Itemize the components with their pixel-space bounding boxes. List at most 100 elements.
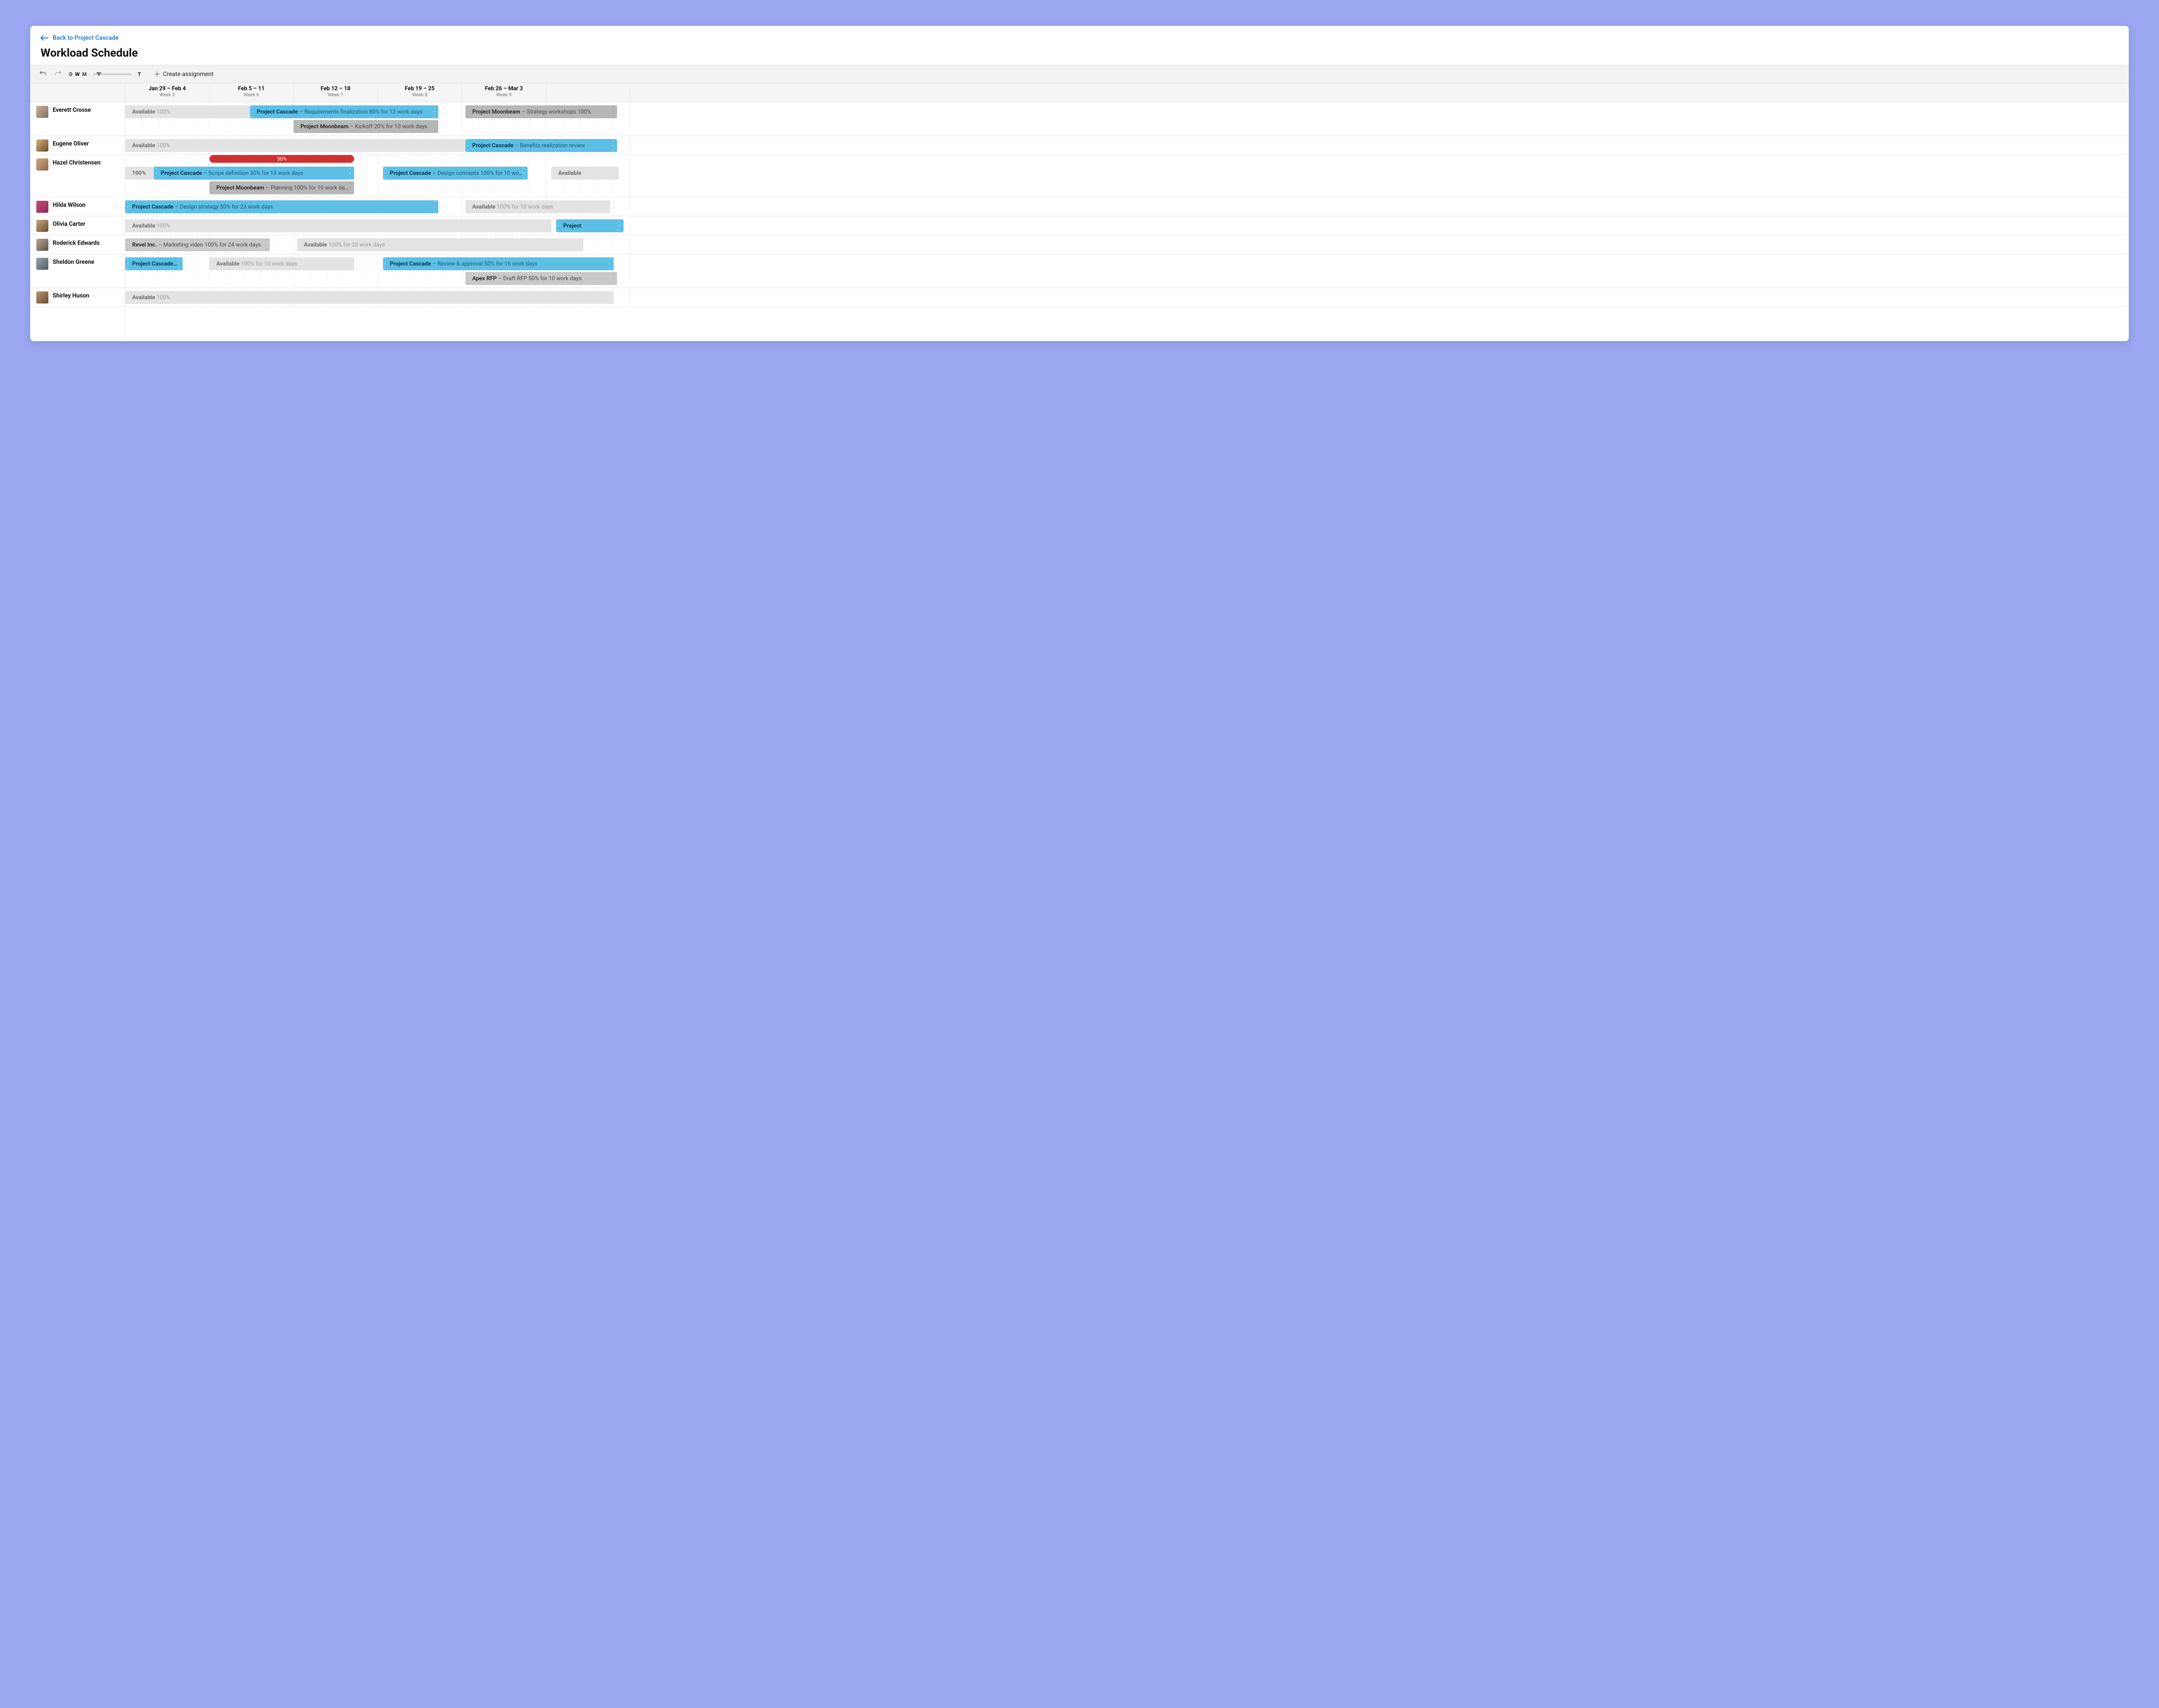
person-timeline-row: Available 100%Project Cascade – Requirem… bbox=[125, 102, 2129, 136]
person-name: Hazel Christensen bbox=[53, 158, 101, 166]
timeline-week-header: Feb 19 – 25Week 8 bbox=[378, 83, 462, 102]
zoom-slider[interactable] bbox=[93, 73, 132, 75]
back-link[interactable]: Back to Project Cascade bbox=[41, 35, 119, 41]
zoom-today[interactable]: T bbox=[138, 71, 141, 77]
avatar bbox=[36, 106, 48, 118]
bar-title: Project Cascade bbox=[257, 109, 298, 115]
create-assignment-button[interactable]: ＋ Create assignment bbox=[150, 68, 217, 80]
timeline-rows: Available 100%Project Cascade – Requirem… bbox=[125, 102, 2129, 307]
person-row: Shirley Huson bbox=[30, 288, 125, 307]
bar-title: Available bbox=[132, 142, 155, 149]
undo-button[interactable] bbox=[37, 69, 49, 80]
create-assignment-label: Create assignment bbox=[163, 71, 213, 78]
page-title: Workload Schedule bbox=[41, 47, 2118, 60]
timeline-week-header: Feb 12 – 18Week 7 bbox=[294, 83, 378, 102]
person-timeline-row: Available 100% Project bbox=[125, 216, 2129, 235]
availability-bar[interactable]: Available 100% for 10 work days bbox=[465, 200, 610, 213]
bar-title: Project Cascade… bbox=[132, 261, 177, 267]
assignment-bar[interactable]: Revel Inc. – Marketing video 100% for 24… bbox=[125, 238, 270, 251]
bar-title: Project Moonbeam bbox=[216, 185, 264, 191]
assignment-bar[interactable]: Project Cascade – Benefits realization r… bbox=[465, 139, 617, 152]
person-row: Everett Crosse bbox=[30, 102, 125, 136]
assignment-bar[interactable]: Project Cascade – Requirements finalizat… bbox=[250, 105, 439, 118]
person-row: Eugene Oliver bbox=[30, 136, 125, 155]
avatar bbox=[36, 201, 48, 213]
availability-bar[interactable]: Available 100% bbox=[125, 139, 465, 152]
week-range: Feb 5 – 11 bbox=[209, 85, 293, 92]
week-range: Jan 29 – Feb 4 bbox=[125, 85, 209, 92]
assignment-bar[interactable]: Project Cascade – Design strategy 50% fo… bbox=[125, 200, 438, 213]
availability-bar[interactable]: Available 100% bbox=[125, 219, 551, 232]
overload-indicator[interactable]: 30% bbox=[209, 155, 354, 163]
week-number: Week 7 bbox=[294, 92, 377, 98]
bar-title: Project Cascade bbox=[472, 142, 513, 149]
zoom-day[interactable]: D bbox=[69, 71, 73, 77]
person-name: Everett Crosse bbox=[53, 106, 91, 114]
timeline-week-header: Feb 26 – Mar 3Week 9 bbox=[462, 83, 546, 102]
plus-icon: ＋ bbox=[154, 70, 160, 79]
assignment-bar[interactable]: Project Cascade – Scope definition 30% f… bbox=[154, 167, 354, 180]
timeline-week-header: Feb 5 – 11Week 6 bbox=[209, 83, 294, 102]
assignment-bar[interactable]: Project Cascade – Design concepts 100% f… bbox=[383, 167, 528, 180]
person-name: Shirley Huson bbox=[53, 291, 89, 299]
people-column: Everett Crosse Eugene Oliver Hazel Chris… bbox=[30, 83, 125, 338]
week-range: Feb 19 – 25 bbox=[378, 85, 462, 92]
availability-bar[interactable]: Available 100% bbox=[125, 105, 250, 118]
person-row: Hazel Christensen bbox=[30, 155, 125, 197]
assignment-bar[interactable]: Project Cascade – Review & approval 50% … bbox=[383, 257, 614, 270]
bar-title: Available bbox=[558, 170, 581, 177]
bar-title: Project Cascade bbox=[132, 204, 173, 210]
bar-detail: 100% for 10 work days bbox=[239, 261, 297, 267]
zoom-scale-letters: D W M bbox=[69, 71, 87, 77]
bar-title: 100% bbox=[132, 170, 146, 177]
redo-button[interactable] bbox=[52, 69, 64, 80]
bar-title: Apex RFP bbox=[472, 275, 497, 282]
zoom-week[interactable]: W bbox=[75, 71, 80, 77]
assignment-bar[interactable]: Apex RFP – Draft RFP 50% for 10 work day… bbox=[465, 272, 617, 285]
bar-detail: – Design concepts 100% for 10 work days bbox=[431, 170, 523, 177]
bar-detail: – Kickoff 20% for 10 work days bbox=[348, 123, 427, 130]
week-number: Week 8 bbox=[378, 92, 462, 98]
availability-bar[interactable]: Available 100% for 10 work days bbox=[209, 257, 354, 270]
timeline-header: Jan 29 – Feb 4Week 5Feb 5 – 11Week 6Feb … bbox=[125, 83, 2129, 102]
availability-bar[interactable]: Available 100% for 20 work days bbox=[297, 238, 583, 251]
zoom-month[interactable]: M bbox=[82, 71, 87, 77]
bar-detail: 100% bbox=[155, 109, 170, 115]
assignment-bar[interactable]: Project Moonbeam – Planning 100% for 10 … bbox=[209, 181, 354, 194]
zoom-slider-thumb[interactable] bbox=[96, 72, 101, 76]
bar-detail: – Draft RFP 50% for 10 work days bbox=[497, 275, 582, 282]
availability-bar[interactable]: Available 100% bbox=[125, 291, 614, 304]
timeline-column: Jan 29 – Feb 4Week 5Feb 5 – 11Week 6Feb … bbox=[125, 83, 2129, 338]
avatar bbox=[36, 139, 48, 152]
bar-title: Revel Inc. bbox=[132, 242, 157, 248]
person-name: Hilda Wilson bbox=[53, 201, 85, 209]
availability-bar[interactable]: 100% bbox=[125, 167, 154, 180]
availability-bar[interactable]: Available bbox=[551, 167, 619, 180]
bar-detail: – Review & approval 50% for 16 work days bbox=[431, 261, 538, 267]
bar-title: Project Moonbeam bbox=[472, 109, 520, 115]
bar-title: Project Cascade bbox=[390, 170, 431, 177]
bar-title: Available bbox=[132, 294, 155, 301]
week-range: Feb 12 – 18 bbox=[294, 85, 377, 92]
people-column-header bbox=[30, 83, 125, 102]
person-timeline-row: Available 100% bbox=[125, 288, 2129, 307]
header: Back to Project Cascade Workload Schedul… bbox=[30, 26, 2129, 65]
bar-title: Available bbox=[472, 204, 495, 210]
person-timeline-row: Revel Inc. – Marketing video 100% for 24… bbox=[125, 235, 2129, 254]
person-name: Eugene Oliver bbox=[53, 139, 89, 147]
person-timeline-row: Available 100%Project Cascade – Benefits… bbox=[125, 136, 2129, 155]
avatar bbox=[36, 291, 48, 304]
assignment-bar[interactable]: Project Moonbeam – Kickoff 20% for 10 wo… bbox=[294, 120, 438, 133]
assignment-bar[interactable]: Project Moonbeam – Strategy workshops 10… bbox=[465, 105, 617, 118]
bar-title: Project bbox=[563, 223, 581, 229]
arrow-left-icon bbox=[41, 35, 48, 41]
person-timeline-row: Project Cascade… Available 100% for 10 wo… bbox=[125, 254, 2129, 288]
bar-detail: 100% for 20 work days bbox=[327, 242, 385, 248]
app-card: Back to Project Cascade Workload Schedul… bbox=[30, 26, 2129, 341]
person-timeline-row: 30% 100% Project Cascade – Scope definitio… bbox=[125, 155, 2129, 197]
assignment-bar[interactable]: Project Cascade… bbox=[125, 257, 183, 270]
assignment-bar[interactable]: Project bbox=[556, 219, 624, 232]
redo-icon bbox=[55, 70, 61, 76]
person-name: Roderick Edwards bbox=[53, 239, 100, 247]
avatar bbox=[36, 239, 48, 251]
